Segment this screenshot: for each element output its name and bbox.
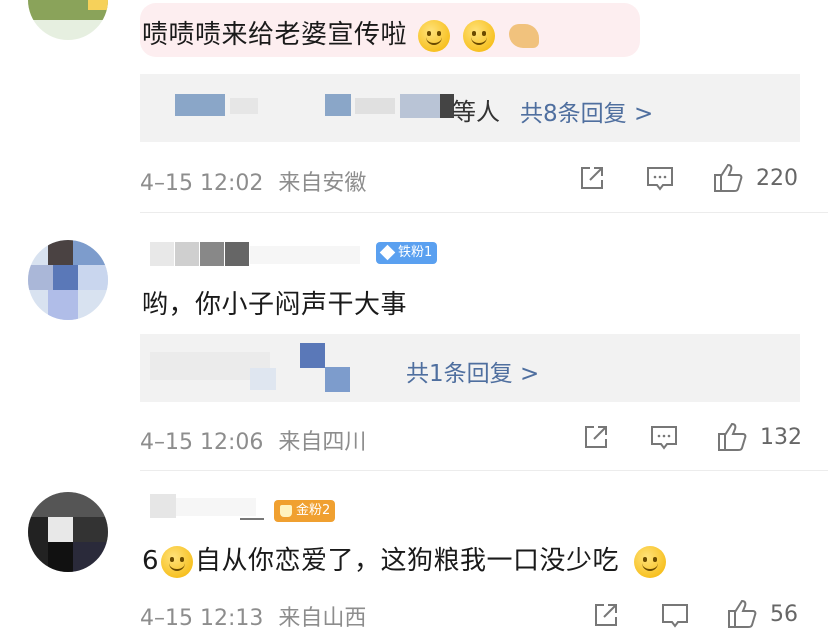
diamond-icon <box>379 244 396 261</box>
like-count: 56 <box>770 602 798 627</box>
masked-username <box>250 246 360 264</box>
reply-preview[interactable]: 共1条回复 > <box>140 334 800 402</box>
comment-icon[interactable] <box>645 165 675 193</box>
like-icon[interactable] <box>726 598 758 630</box>
masked-username <box>175 242 199 266</box>
masked-username <box>150 494 176 518</box>
comment-meta: 4–15 12:02 来自安徽 <box>140 165 366 197</box>
view-replies-link[interactable]: 共8条回复 > <box>520 94 653 128</box>
masked-username <box>355 98 395 114</box>
location: 来自安徽 <box>278 171 367 196</box>
masked-username <box>300 343 325 368</box>
avatar[interactable] <box>28 0 108 40</box>
comment-text: 哟，你小子闷声干大事 <box>142 290 408 320</box>
share-icon[interactable] <box>582 423 610 451</box>
masked-username <box>240 518 264 520</box>
thumbs-emoji-icon <box>509 23 540 48</box>
masked-username <box>150 242 174 266</box>
timestamp: 4–15 12:02 <box>140 171 264 196</box>
comment-text: 啧啧啧来给老婆宣传啦 <box>142 14 540 52</box>
timestamp: 4–15 12:13 <box>140 606 264 631</box>
masked-username <box>250 368 276 390</box>
like-icon[interactable] <box>712 162 744 194</box>
comment-meta: 4–15 12:13 来自山西 <box>140 600 366 632</box>
grin-emoji-icon <box>417 19 450 52</box>
comment-text-body: 自从你恋爱了，这狗粮我一口没少吃 <box>195 546 620 576</box>
smile-emoji-icon <box>633 545 666 578</box>
share-icon[interactable] <box>578 164 606 192</box>
masked-username <box>175 94 225 116</box>
reply-suffix: 等人 <box>452 98 500 126</box>
badge-label: 金粉2 <box>296 503 331 518</box>
smile-emoji-icon <box>161 545 194 578</box>
divider <box>140 212 828 213</box>
comment-meta: 4–15 12:06 来自四川 <box>140 424 366 456</box>
comment-icon[interactable] <box>660 602 690 630</box>
share-icon[interactable] <box>592 601 620 629</box>
masked-username <box>325 367 350 392</box>
masked-username <box>230 98 258 114</box>
crown-icon <box>280 505 292 517</box>
location: 来自山西 <box>278 606 367 631</box>
comment-text: 6 自从你恋爱了，这狗粮我一口没少吃 <box>142 540 668 578</box>
timestamp: 4–15 12:06 <box>140 430 264 455</box>
reply-preview[interactable]: 等人 共8条回复 > <box>140 74 800 142</box>
location: 来自四川 <box>278 430 367 455</box>
comment-icon[interactable] <box>649 424 679 452</box>
like-icon[interactable] <box>716 421 748 453</box>
masked-username <box>225 242 249 266</box>
like-count: 220 <box>756 166 798 191</box>
fan-badge: 金粉2 <box>274 500 336 522</box>
fan-badge: 铁粉1 <box>376 242 438 264</box>
comment-text-prefix: 6 <box>142 546 160 576</box>
comment-text-body: 啧啧啧来给老婆宣传啦 <box>142 20 408 50</box>
grin-emoji-icon <box>462 19 495 52</box>
masked-username <box>200 242 224 266</box>
like-count: 132 <box>760 425 802 450</box>
avatar[interactable] <box>28 240 108 320</box>
masked-username <box>325 94 351 116</box>
divider <box>140 470 828 471</box>
view-replies-link[interactable]: 共1条回复 > <box>406 354 539 388</box>
badge-label: 铁粉1 <box>398 245 433 260</box>
masked-username <box>176 498 256 516</box>
avatar[interactable] <box>28 492 108 572</box>
